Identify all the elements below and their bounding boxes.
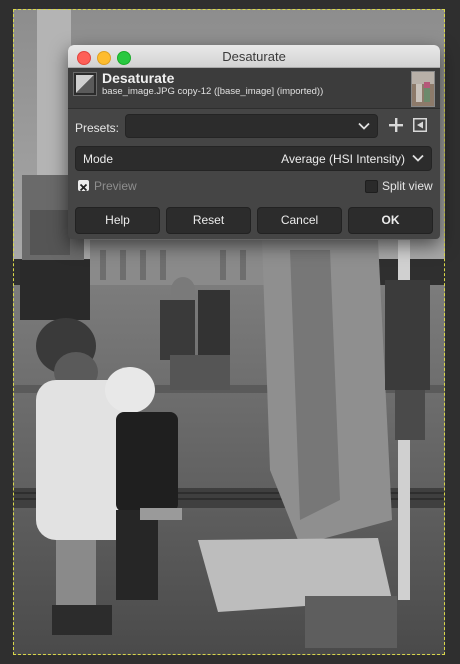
mode-label: Mode: [83, 152, 114, 166]
dialog-header: Desaturate base_image.JPG copy-12 ([base…: [68, 68, 440, 109]
plus-icon[interactable]: [389, 118, 403, 132]
chevron-down-icon: [412, 154, 424, 162]
check-x-icon: [79, 183, 88, 192]
help-button[interactable]: Help: [75, 207, 160, 234]
mode-value: Average (HSI Intensity): [281, 152, 405, 166]
desaturate-icon: [73, 72, 97, 96]
chevron-down-icon: [358, 122, 370, 130]
presets-dropdown[interactable]: [125, 114, 378, 138]
mode-dropdown[interactable]: Mode Average (HSI Intensity): [75, 146, 432, 171]
split-view-checkbox[interactable]: [365, 180, 378, 193]
ok-button[interactable]: OK: [348, 207, 433, 234]
reset-button[interactable]: Reset: [166, 207, 251, 234]
window-title: Desaturate: [222, 49, 286, 64]
presets-label: Presets:: [75, 121, 120, 135]
split-view-label[interactable]: Split view: [382, 179, 433, 193]
image-thumbnail: [411, 71, 435, 107]
preview-label[interactable]: Preview: [94, 179, 137, 193]
operation-title: Desaturate: [102, 70, 175, 86]
image-subtitle: base_image.JPG copy-12 ([base_image] (im…: [102, 86, 324, 97]
window-titlebar[interactable]: Desaturate: [68, 45, 440, 68]
cancel-button[interactable]: Cancel: [257, 207, 342, 234]
preview-checkbox[interactable]: [78, 180, 89, 192]
menu-arrow-icon[interactable]: [413, 118, 427, 132]
desaturate-dialog: Desaturate Desaturate base_image.JPG cop…: [68, 45, 440, 239]
